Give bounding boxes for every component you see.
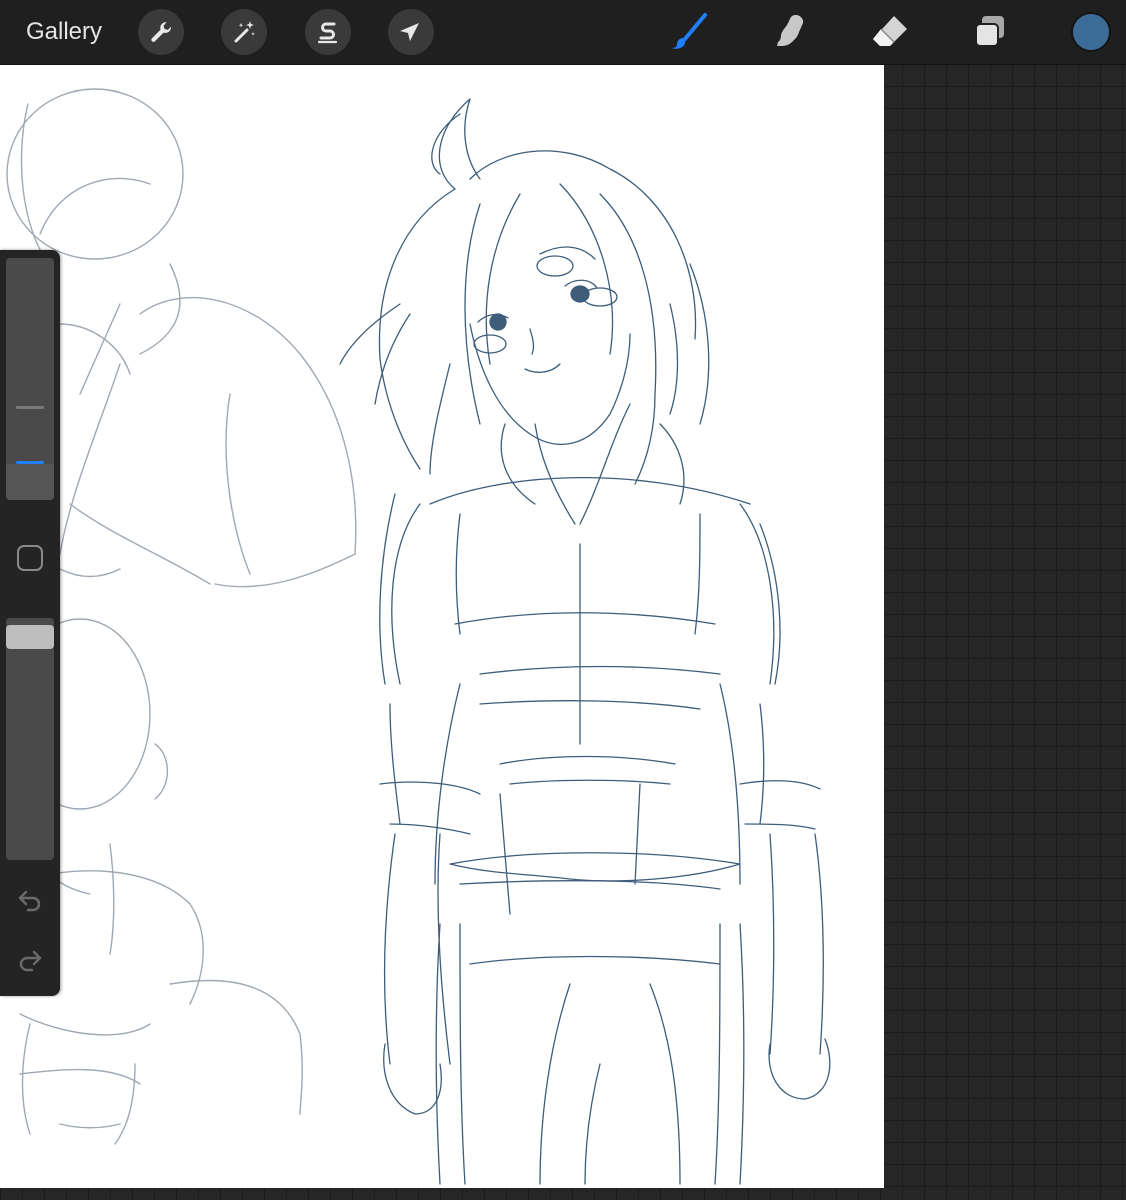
character-sketch [339,98,831,1185]
modify-button[interactable] [17,545,43,571]
transform-button[interactable] [388,9,434,55]
selection-button[interactable] [305,9,351,55]
brush-size-slider[interactable] [6,258,54,500]
color-picker-button[interactable] [1071,12,1111,52]
magic-wand-icon [234,21,255,43]
layers-icon [975,16,1004,47]
gallery-button[interactable]: Gallery [26,16,102,48]
eraser-tool-button[interactable] [867,9,913,55]
brush-opacity-thumb[interactable] [6,625,54,649]
selection-s-icon [317,22,338,44]
smudge-tool-button[interactable] [767,9,813,55]
drawing-canvas[interactable] [0,64,884,1188]
undo-arrow-icon [18,890,41,912]
wrench-icon [151,22,172,42]
brush-size-thumb[interactable] [16,461,44,464]
procreate-app: Gallery [0,0,1126,1200]
undo-button[interactable] [16,886,44,914]
arrow-cursor-icon [400,23,419,41]
smudge-finger-icon [777,15,804,46]
sketch-artwork [6,88,831,1185]
eraser-icon [873,16,907,46]
actions-button[interactable] [138,9,184,55]
redo-button[interactable] [16,946,44,974]
redo-arrow-icon [19,950,42,972]
adjustments-button[interactable] [221,9,267,55]
brush-icon [672,13,707,49]
brush-tool-button[interactable] [666,9,712,55]
brush-size-fill [6,464,54,500]
top-toolbar: Gallery [0,0,1126,64]
brush-sidebar [0,250,60,996]
layers-tool-button[interactable] [967,9,1013,55]
brush-opacity-slider[interactable] [6,618,54,860]
brush-size-preset-tick [16,406,44,409]
